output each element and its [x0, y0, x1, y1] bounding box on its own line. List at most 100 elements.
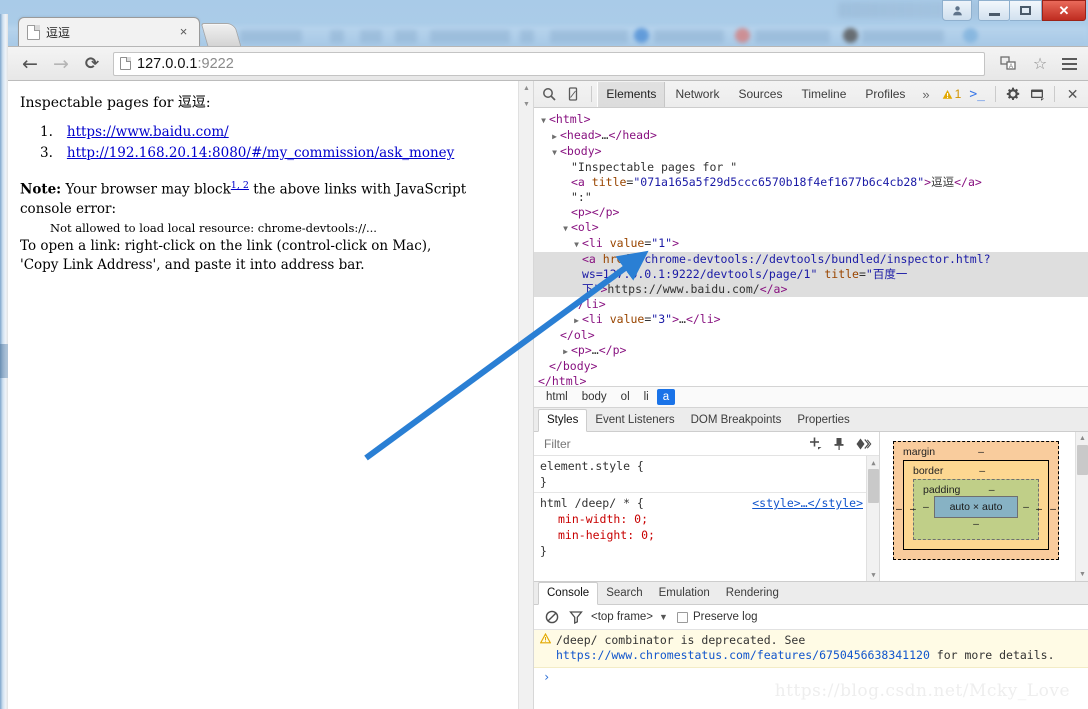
tree-twisty-icon[interactable]: ▶ — [571, 313, 582, 328]
tab-close-icon[interactable]: × — [176, 24, 191, 40]
dom-node[interactable]: ▼ <body> — [534, 144, 1088, 160]
tree-twisty-icon[interactable]: ▼ — [560, 221, 571, 236]
margin-left-value[interactable]: – — [896, 503, 902, 515]
dom-node[interactable]: <a href="chrome-devtools://devtools/bund… — [534, 252, 1088, 297]
breadcrumb-item-html[interactable]: html — [540, 389, 574, 405]
box-model-diagram[interactable]: margin – border – padding – – auto × auto – — [893, 441, 1059, 560]
console-drawer-toggle[interactable]: >_ — [965, 87, 989, 102]
metrics-scrollbar[interactable]: ▲ ▼ — [1075, 432, 1088, 581]
tab-sources[interactable]: Sources — [729, 82, 791, 107]
minimize-button[interactable] — [978, 0, 1010, 21]
pin-icon[interactable] — [827, 433, 851, 455]
dom-node[interactable]: </html> — [534, 374, 1088, 386]
dom-node[interactable]: ▶ <p>…</p> — [534, 343, 1088, 359]
dom-node[interactable]: </body> — [534, 359, 1088, 374]
tab-console[interactable]: Console — [538, 582, 599, 605]
preserve-log-checkbox[interactable] — [676, 611, 688, 623]
styles-filter-input[interactable] — [542, 435, 803, 452]
page-info-icon[interactable] — [120, 57, 131, 70]
css-declaration[interactable]: min-width: 0; — [540, 511, 879, 527]
box-model-content[interactable]: auto × auto — [933, 496, 1019, 518]
window-resize-grip[interactable] — [0, 344, 8, 378]
css-selector[interactable]: element.style { — [540, 458, 879, 474]
save-page-icon[interactable]: A — [994, 50, 1022, 78]
stylesheet-origin-link[interactable]: <style>…</style> — [752, 495, 863, 511]
css-rules-list[interactable]: element.style { } <style>…</style> html … — [534, 456, 879, 581]
tree-twisty-icon[interactable]: ▼ — [571, 237, 582, 252]
address-bar[interactable]: 127.0.0.1:9222 — [113, 51, 985, 76]
execution-context-selector[interactable]: <top frame> ▼ — [591, 611, 668, 623]
margin-top-value[interactable]: – — [978, 446, 984, 458]
dom-node[interactable]: ":" — [534, 190, 1088, 205]
device-toolbar-icon[interactable] — [562, 82, 585, 107]
warning-link[interactable]: https://www.chromestatus.com/features/67… — [556, 648, 930, 662]
css-declaration[interactable]: min-height: 0; — [540, 527, 879, 543]
filter-funnel-icon[interactable] — [567, 609, 584, 626]
element-state-icon[interactable] — [851, 433, 875, 455]
padding-left-value[interactable]: – — [923, 501, 929, 513]
tab-properties[interactable]: Properties — [789, 410, 857, 431]
dom-node[interactable]: ▼ <html> — [534, 112, 1088, 128]
preserve-log-toggle[interactable]: Preserve log — [676, 611, 758, 623]
padding-top-value[interactable]: – — [989, 484, 995, 496]
dom-node[interactable]: <p></p> — [534, 205, 1088, 220]
breadcrumb-item-ol[interactable]: ol — [615, 389, 636, 405]
tab-search[interactable]: Search — [598, 583, 650, 604]
forward-button[interactable]: → — [47, 50, 75, 78]
tab-network[interactable]: Network — [666, 82, 728, 107]
close-devtools-icon[interactable]: ✕ — [1061, 82, 1084, 107]
browser-tab[interactable]: 逗逗 × — [18, 17, 200, 46]
more-panels-button[interactable]: » — [915, 87, 936, 102]
new-style-rule-icon[interactable] — [803, 433, 827, 455]
tab-profiles[interactable]: Profiles — [856, 82, 914, 107]
breadcrumb-item-li[interactable]: li — [638, 389, 655, 405]
clear-console-icon[interactable] — [543, 609, 560, 626]
breadcrumb-item-a[interactable]: a — [656, 389, 676, 405]
padding-right-value[interactable]: – — [1023, 501, 1029, 513]
dom-tree[interactable]: ▼ <html> ▶ <head>…</head> ▼ <body> "Inspectabl… — [534, 108, 1088, 386]
tab-dom-breakpoints[interactable]: DOM Breakpoints — [683, 410, 790, 431]
gear-icon[interactable] — [1002, 82, 1025, 107]
scrollbar-down-arrow[interactable]: ▼ — [519, 97, 533, 112]
console-warning-message[interactable]: /deep/ combinator is deprecated. See http… — [534, 630, 1088, 668]
dom-node[interactable]: "Inspectable pages for " — [534, 160, 1088, 175]
tab-emulation[interactable]: Emulation — [651, 583, 718, 604]
inspectable-page-link[interactable]: http://192.168.20.14:8080/#/my_commissio… — [67, 144, 454, 164]
tab-event-listeners[interactable]: Event Listeners — [587, 410, 682, 431]
new-tab-button[interactable] — [200, 23, 242, 46]
bookmark-star-icon[interactable]: ☆ — [1026, 50, 1054, 78]
border-left-value[interactable]: – — [910, 503, 916, 515]
maximize-button[interactable] — [1010, 0, 1042, 21]
scrollbar-up-arrow[interactable]: ▲ — [1076, 432, 1088, 445]
border-right-value[interactable]: – — [1036, 503, 1042, 515]
box-model-padding[interactable]: padding – – auto × auto – – — [913, 479, 1039, 540]
scrollbar-down-arrow[interactable]: ▼ — [867, 568, 879, 581]
page-scrollbar[interactable]: ▲ ▼ — [518, 81, 533, 709]
account-switcher-button[interactable] — [942, 0, 972, 21]
styles-scrollbar[interactable]: ▲ ▼ — [866, 456, 879, 581]
box-model-border[interactable]: border – padding – – auto × auto – – — [903, 460, 1049, 550]
reload-button[interactable]: ⟳ — [78, 50, 106, 78]
note-footnote-link[interactable]: 1, 2 — [231, 180, 249, 191]
dock-position-icon[interactable] — [1026, 82, 1049, 107]
dom-node[interactable]: <a title="071a165a5f29d5ccc6570b18f4ef16… — [534, 175, 1088, 190]
tree-twisty-icon[interactable]: ▶ — [560, 344, 571, 359]
inspect-element-icon[interactable] — [538, 82, 561, 107]
tab-styles[interactable]: Styles — [538, 409, 588, 432]
dom-node[interactable]: </ol> — [534, 328, 1088, 343]
tab-elements[interactable]: Elements — [597, 81, 666, 107]
box-model-margin[interactable]: margin – border – padding – – auto × auto – — [893, 441, 1059, 560]
tab-timeline[interactable]: Timeline — [792, 82, 855, 107]
dom-node[interactable]: ▶ <li value="3">…</li> — [534, 312, 1088, 328]
tree-twisty-icon[interactable]: ▼ — [538, 113, 549, 128]
tree-twisty-icon[interactable]: ▼ — [549, 145, 560, 160]
chrome-menu-button[interactable] — [1058, 53, 1080, 75]
scrollbar-thumb[interactable] — [1077, 445, 1088, 475]
back-button[interactable]: ← — [16, 50, 44, 78]
css-rule[interactable]: <style>…</style> html /deep/ * { min-wid… — [534, 492, 879, 561]
tree-twisty-icon[interactable]: ▶ — [549, 129, 560, 144]
scrollbar-up-arrow[interactable]: ▲ — [519, 81, 533, 96]
dom-node[interactable]: </li> — [534, 297, 1088, 312]
tab-rendering[interactable]: Rendering — [718, 583, 787, 604]
padding-bottom-value[interactable]: – — [973, 518, 979, 530]
